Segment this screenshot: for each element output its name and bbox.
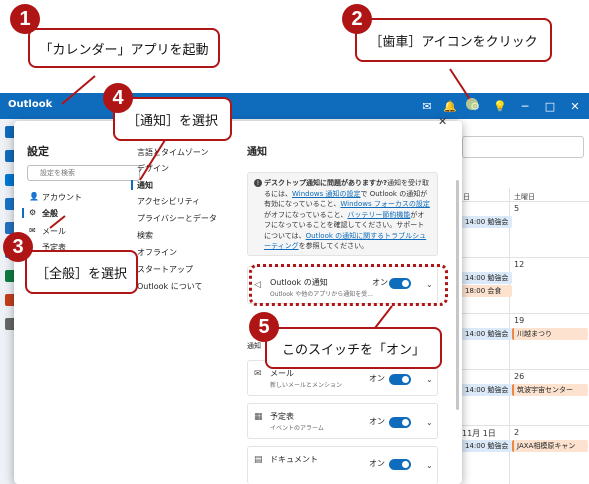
callout-badge-3: 3	[3, 232, 33, 262]
click-sparkle	[466, 98, 478, 110]
connector-1	[61, 75, 96, 105]
callout-badge-5: 5	[249, 312, 279, 342]
callout-badge-2: 2	[342, 4, 372, 34]
callout-2: ［歯車］アイコンをクリック	[355, 18, 552, 62]
callout-badge-1: 1	[10, 4, 40, 34]
connector-3	[49, 215, 66, 229]
connector-2	[449, 68, 472, 102]
callout-5: このスイッチを「オン」	[265, 327, 442, 369]
callout-badge-4: 4	[103, 83, 133, 113]
callout-1: 「カレンダー」アプリを起動	[28, 28, 220, 68]
callout-connectors	[49, 68, 478, 329]
connector-5	[374, 305, 393, 329]
connector-4	[139, 139, 166, 181]
callout-3: ［全般］を選択	[25, 250, 138, 294]
